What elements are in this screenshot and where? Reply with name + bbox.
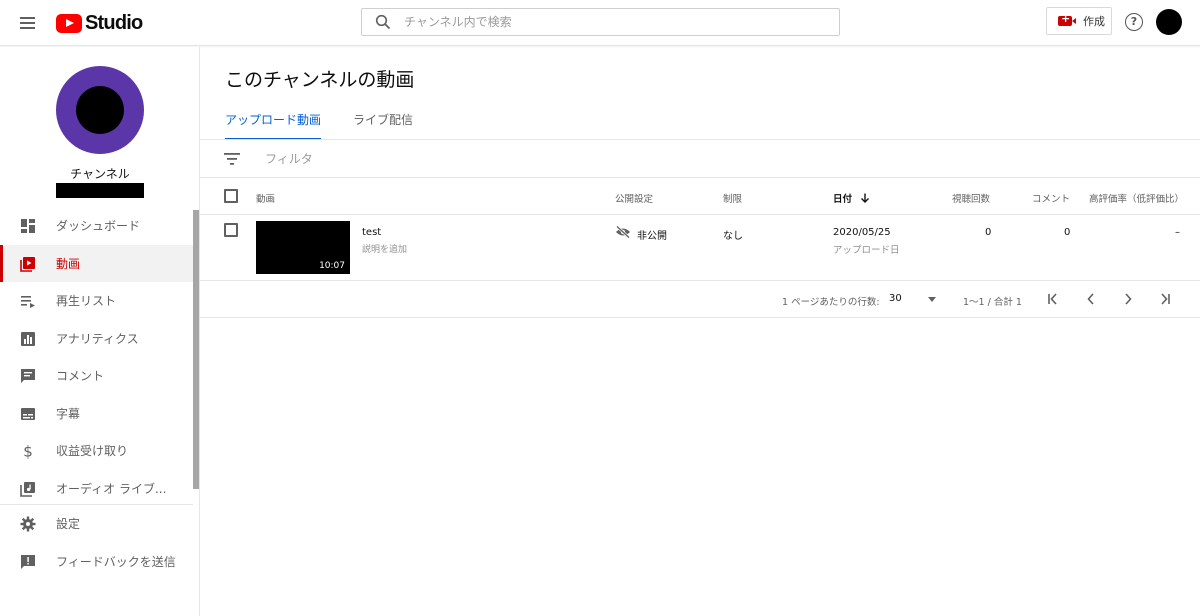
rows-per-page-select[interactable]: 30 <box>889 293 902 304</box>
column-header-visibility[interactable]: 公開設定 <box>615 191 653 205</box>
likes-value: – <box>1175 227 1180 238</box>
main-content: このチャンネルの動画 アップロード動画 ライブ配信 動画 公開設定 制限 日付 … <box>200 47 1200 616</box>
chevron-down-icon[interactable] <box>928 297 936 302</box>
next-page-icon[interactable] <box>1119 290 1137 308</box>
sidebar-item-analytics[interactable]: アナリティクス <box>0 320 193 358</box>
select-all-checkbox[interactable] <box>224 189 238 203</box>
sidebar-item-dashboard[interactable]: ダッシュボード <box>0 207 193 245</box>
sort-down-arrow-icon <box>861 193 870 203</box>
page-range: 1～1 / 合計 1 <box>963 297 1022 308</box>
comments-value: 0 <box>1064 227 1071 238</box>
content-tabs: アップロード動画 ライブ配信 <box>225 111 445 140</box>
sidebar-item-label: 設定 <box>56 517 81 532</box>
sidebar-nav: ダッシュボード 動画 再生リスト アナリティクス コメント 字幕 $ 収益受け取… <box>0 207 193 507</box>
rows-per-page-label: 1 ページあたりの行数: <box>782 297 880 308</box>
sidebar-bottom-nav: 設定 フィードバックを送信 <box>0 504 193 580</box>
previous-page-icon[interactable] <box>1082 290 1100 308</box>
column-header-restrictions[interactable]: 制限 <box>723 191 742 205</box>
create-button[interactable]: 作成 <box>1046 7 1112 35</box>
sidebar-item-settings[interactable]: 設定 <box>0 505 193 543</box>
dollar-icon: $ <box>23 443 33 459</box>
help-icon[interactable]: ? <box>1125 13 1143 31</box>
sidebar-item-label: コメント <box>56 369 105 384</box>
filter-icon[interactable] <box>224 153 240 165</box>
search-box[interactable] <box>361 8 840 36</box>
sidebar-item-label: アナリティクス <box>56 331 139 346</box>
sidebar-item-videos[interactable]: 動画 <box>0 244 193 282</box>
table-header: 動画 公開設定 制限 日付 視聴回数 コメント 高評価率（低評価比） <box>200 178 1200 215</box>
column-header-date[interactable]: 日付 <box>833 191 870 205</box>
sidebar-item-comments[interactable]: コメント <box>0 357 193 395</box>
feedback-icon <box>21 554 35 569</box>
top-bar: Studio 作成 ? <box>0 0 1200 46</box>
page-title: このチャンネルの動画 <box>225 69 415 91</box>
table-row[interactable]: 10:07 test 説明を追加 非公開 なし 2020/05/25 アップロー… <box>200 215 1200 281</box>
playlist-icon <box>21 296 35 308</box>
search-icon <box>375 14 391 30</box>
hamburger-menu-icon[interactable] <box>17 12 39 34</box>
sidebar-item-monetization[interactable]: $ 収益受け取り <box>0 432 193 470</box>
create-video-icon <box>1058 12 1076 26</box>
video-duration: 10:07 <box>319 261 345 271</box>
gear-icon <box>20 516 36 532</box>
date-value: 2020/05/25 <box>833 227 891 238</box>
sidebar-item-label: ダッシュボード <box>56 219 141 234</box>
sidebar-item-label: フィードバックを送信 <box>56 554 176 569</box>
filter-bar <box>200 140 1200 178</box>
restrictions-value: なし <box>723 231 743 242</box>
private-eye-off-icon[interactable] <box>615 226 631 238</box>
views-value: 0 <box>985 227 992 238</box>
video-title[interactable]: test <box>362 227 381 238</box>
youtube-studio-logo[interactable]: Studio <box>56 11 143 35</box>
sidebar-item-label: 動画 <box>56 256 81 271</box>
column-header-date-label: 日付 <box>833 194 853 205</box>
sidebar-item-label: 再生リスト <box>56 294 117 309</box>
create-button-label: 作成 <box>1083 15 1105 28</box>
redacted-channel-handle <box>56 183 144 198</box>
svg-text:$: $ <box>23 443 33 459</box>
video-description: 説明を追加 <box>362 245 408 255</box>
sidebar-item-label: 字幕 <box>56 406 81 421</box>
first-page-icon[interactable] <box>1044 290 1062 308</box>
filter-input[interactable] <box>265 150 565 168</box>
analytics-icon <box>21 331 35 346</box>
sidebar-item-label: オーディオ ライブ... <box>56 481 167 496</box>
channel-name[interactable]: チャンネル <box>0 165 199 182</box>
youtube-play-icon <box>56 13 82 33</box>
last-page-icon[interactable] <box>1156 290 1174 308</box>
logo-text: Studio <box>85 11 143 34</box>
account-avatar[interactable] <box>1156 9 1182 35</box>
date-type: アップロード日 <box>833 245 900 256</box>
sidebar-item-feedback[interactable]: フィードバックを送信 <box>0 543 193 581</box>
column-header-likes[interactable]: 高評価率（低評価比） <box>1089 191 1184 205</box>
row-checkbox[interactable] <box>224 223 238 237</box>
video-thumbnail[interactable]: 10:07 <box>256 221 350 274</box>
sidebar-item-audio-library[interactable]: オーディオ ライブ... <box>0 470 193 508</box>
sidebar-scrollbar[interactable] <box>193 210 199 489</box>
audio-library-icon <box>20 481 35 497</box>
sidebar-item-playlists[interactable]: 再生リスト <box>0 282 193 320</box>
sidebar: チャンネル ダッシュボード 動画 再生リスト アナリティクス コメント 字幕 $… <box>0 47 200 616</box>
subtitles-icon <box>21 407 35 420</box>
pagination-bar: 1 ページあたりの行数: 30 1～1 / 合計 1 <box>200 281 1200 318</box>
comments-icon <box>21 369 35 383</box>
column-header-video: 動画 <box>256 194 276 205</box>
column-header-comments[interactable]: コメント <box>1032 191 1070 205</box>
dashboard-icon <box>21 219 35 233</box>
visibility-value[interactable]: 非公開 <box>637 227 667 242</box>
videos-icon <box>20 256 35 272</box>
tab-live[interactable]: ライブ配信 <box>353 111 413 139</box>
sidebar-item-subtitles[interactable]: 字幕 <box>0 395 193 433</box>
column-header-views[interactable]: 視聴回数 <box>952 191 990 205</box>
search-input[interactable] <box>404 12 824 32</box>
tab-uploads[interactable]: アップロード動画 <box>225 111 322 140</box>
sidebar-item-label: 収益受け取り <box>56 444 129 459</box>
channel-avatar[interactable] <box>56 66 144 154</box>
